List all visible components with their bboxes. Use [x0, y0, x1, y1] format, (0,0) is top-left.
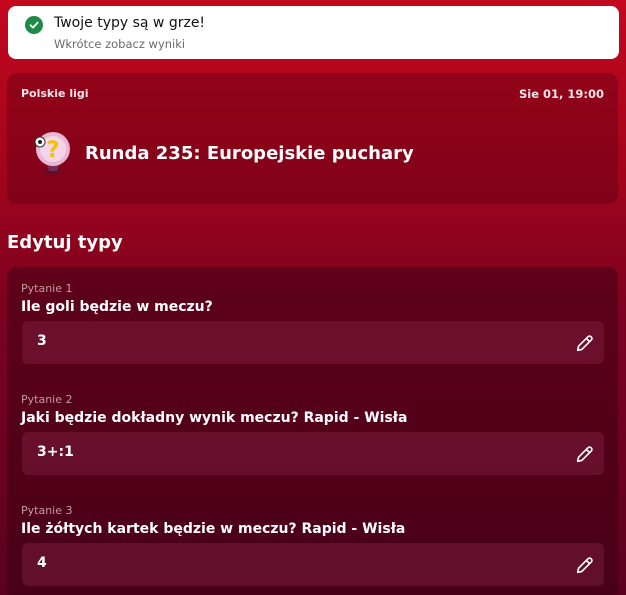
pencil-icon[interactable] — [574, 332, 596, 354]
answer-field[interactable]: 3 — [22, 321, 604, 364]
question-label: Pytanie 3 — [21, 504, 73, 517]
round-date: Sie 01, 19:00 — [518, 87, 604, 101]
pencil-icon[interactable] — [574, 443, 596, 465]
check-circle-icon — [25, 16, 43, 34]
round-card: Polskie ligi Sie 01, 19:00 ? Runda 235: … — [7, 73, 618, 204]
section-title: Edytuj typy — [7, 232, 123, 253]
question-label: Pytanie 1 — [21, 282, 73, 295]
success-toast: Twoje typy są w grze! Wkrótce zobacz wyn… — [8, 6, 619, 59]
question-label: Pytanie 2 — [21, 393, 73, 406]
answer-value: 3 — [37, 333, 47, 349]
league-label: Polskie ligi — [21, 87, 89, 100]
answer-value: 3+:1 — [37, 444, 74, 460]
toast-subtitle: Wkrótce zobacz wyniki — [54, 37, 186, 51]
answer-field[interactable]: 3+:1 — [22, 432, 604, 475]
toast-title: Twoje typy są w grze! — [54, 15, 206, 31]
answer-field[interactable]: 4 — [22, 543, 604, 586]
pencil-icon[interactable] — [574, 554, 596, 576]
answer-value: 4 — [37, 555, 47, 571]
question-text: Ile żółtych kartek będzie w meczu? Rapid… — [21, 521, 406, 537]
round-title: Runda 235: Europejskie puchary — [85, 143, 414, 164]
question-text: Jaki będzie dokładny wynik meczu? Rapid … — [21, 410, 408, 426]
question-ball-icon: ? — [29, 128, 77, 180]
question-text: Ile goli będzie w meczu? — [21, 299, 213, 315]
questions-panel: Pytanie 1 Ile goli będzie w meczu? 3 Pyt… — [7, 267, 618, 595]
svg-text:?: ? — [47, 138, 60, 163]
